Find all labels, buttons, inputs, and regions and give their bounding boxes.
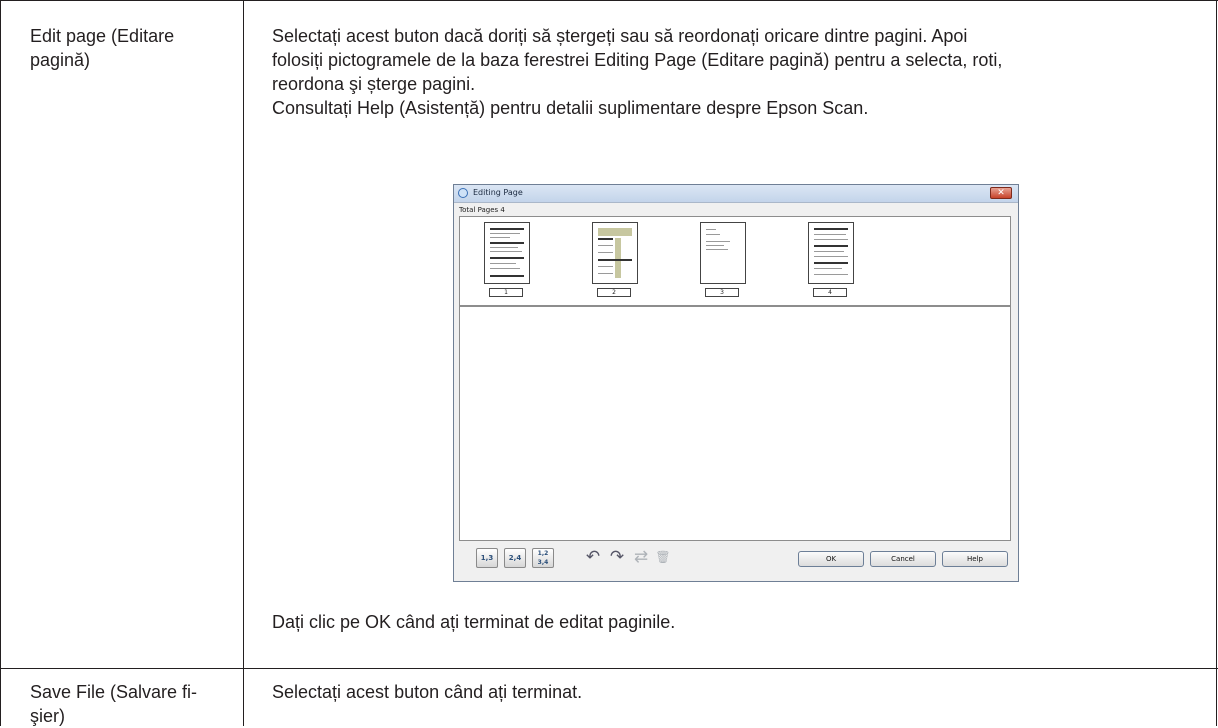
page-preview xyxy=(808,222,854,284)
page-number-box: 4 xyxy=(813,288,847,297)
page-number-box: 2 xyxy=(597,288,631,297)
page-thumbnail[interactable]: 1 xyxy=(484,222,530,298)
after-screenshot-text: Dați clic pe OK când ați terminat de edi… xyxy=(272,610,1192,634)
label-line: Edit page (Editare xyxy=(30,26,175,46)
label-line: pagină) xyxy=(30,50,91,70)
description-line: reordona şi șterge pagini. xyxy=(272,74,476,94)
page-preview xyxy=(700,222,746,284)
description-line: Consultați Help (Asistență) pentru detal… xyxy=(272,98,869,118)
dialog-titlebar: Editing Page ✕ xyxy=(454,185,1018,203)
column-divider xyxy=(243,0,244,726)
document-table: Edit page (Editare pagină) Selectați ace… xyxy=(0,0,1218,728)
page-preview xyxy=(592,222,638,284)
delete-icon[interactable]: 🗑 xyxy=(652,548,674,568)
ok-button[interactable]: OK xyxy=(798,551,864,567)
total-pages-label: Total Pages 4 xyxy=(459,206,505,214)
label-line: Save File (Salvare fi- xyxy=(30,682,198,702)
description-line: Dați clic pe OK când ați terminat de edi… xyxy=(272,612,676,632)
table-left-border xyxy=(0,0,1,726)
page-thumbnail[interactable]: 4 xyxy=(808,222,854,298)
page-thumbnail[interactable]: 3 xyxy=(700,222,746,298)
table-top-border xyxy=(0,0,1218,1)
row-divider xyxy=(0,668,1218,669)
label-line: şier) xyxy=(30,706,65,726)
row-description-edit-page: Selectați acest buton dacă doriți să ște… xyxy=(272,24,1192,120)
page-preview xyxy=(484,222,530,284)
rotate-right-icon[interactable]: ↷ xyxy=(606,548,628,568)
page-number-box: 3 xyxy=(705,288,739,297)
cancel-button[interactable]: Cancel xyxy=(870,551,936,567)
row-label-edit-page: Edit page (Editare pagină) xyxy=(30,24,220,72)
editing-page-screenshot: Editing Page ✕ Total Pages 4 1 2 3 4 1,3… xyxy=(453,184,1019,582)
rotate-left-icon[interactable]: ↶ xyxy=(582,548,604,568)
preview-panel xyxy=(459,306,1011,541)
description-line: Selectați acest buton când ați terminat. xyxy=(272,682,583,702)
select-even-pages-icon[interactable]: 2,4 xyxy=(504,548,526,568)
dialog-title: Editing Page xyxy=(473,188,523,197)
row-description-save-file: Selectați acest buton când ați terminat. xyxy=(272,680,1192,704)
help-button[interactable]: Help xyxy=(942,551,1008,567)
page-thumbnail[interactable]: 2 xyxy=(592,222,638,298)
table-right-border xyxy=(1216,0,1217,726)
reorder-icon[interactable]: ⇄ xyxy=(630,548,652,568)
description-line: folosiți pictogramele de la baza ferestr… xyxy=(272,50,1003,70)
row-label-save-file: Save File (Salvare fi- şier) xyxy=(30,680,220,728)
select-all-pages-icon[interactable]: 1,2 3,4 xyxy=(532,548,554,568)
thumbnail-panel[interactable]: 1 2 3 4 xyxy=(459,216,1011,306)
epson-scan-app-icon xyxy=(458,188,468,198)
select-odd-pages-icon[interactable]: 1,3 xyxy=(476,548,498,568)
page-number-box: 1 xyxy=(489,288,523,297)
close-icon[interactable]: ✕ xyxy=(990,187,1012,199)
description-line: Selectați acest buton dacă doriți să ște… xyxy=(272,26,968,46)
